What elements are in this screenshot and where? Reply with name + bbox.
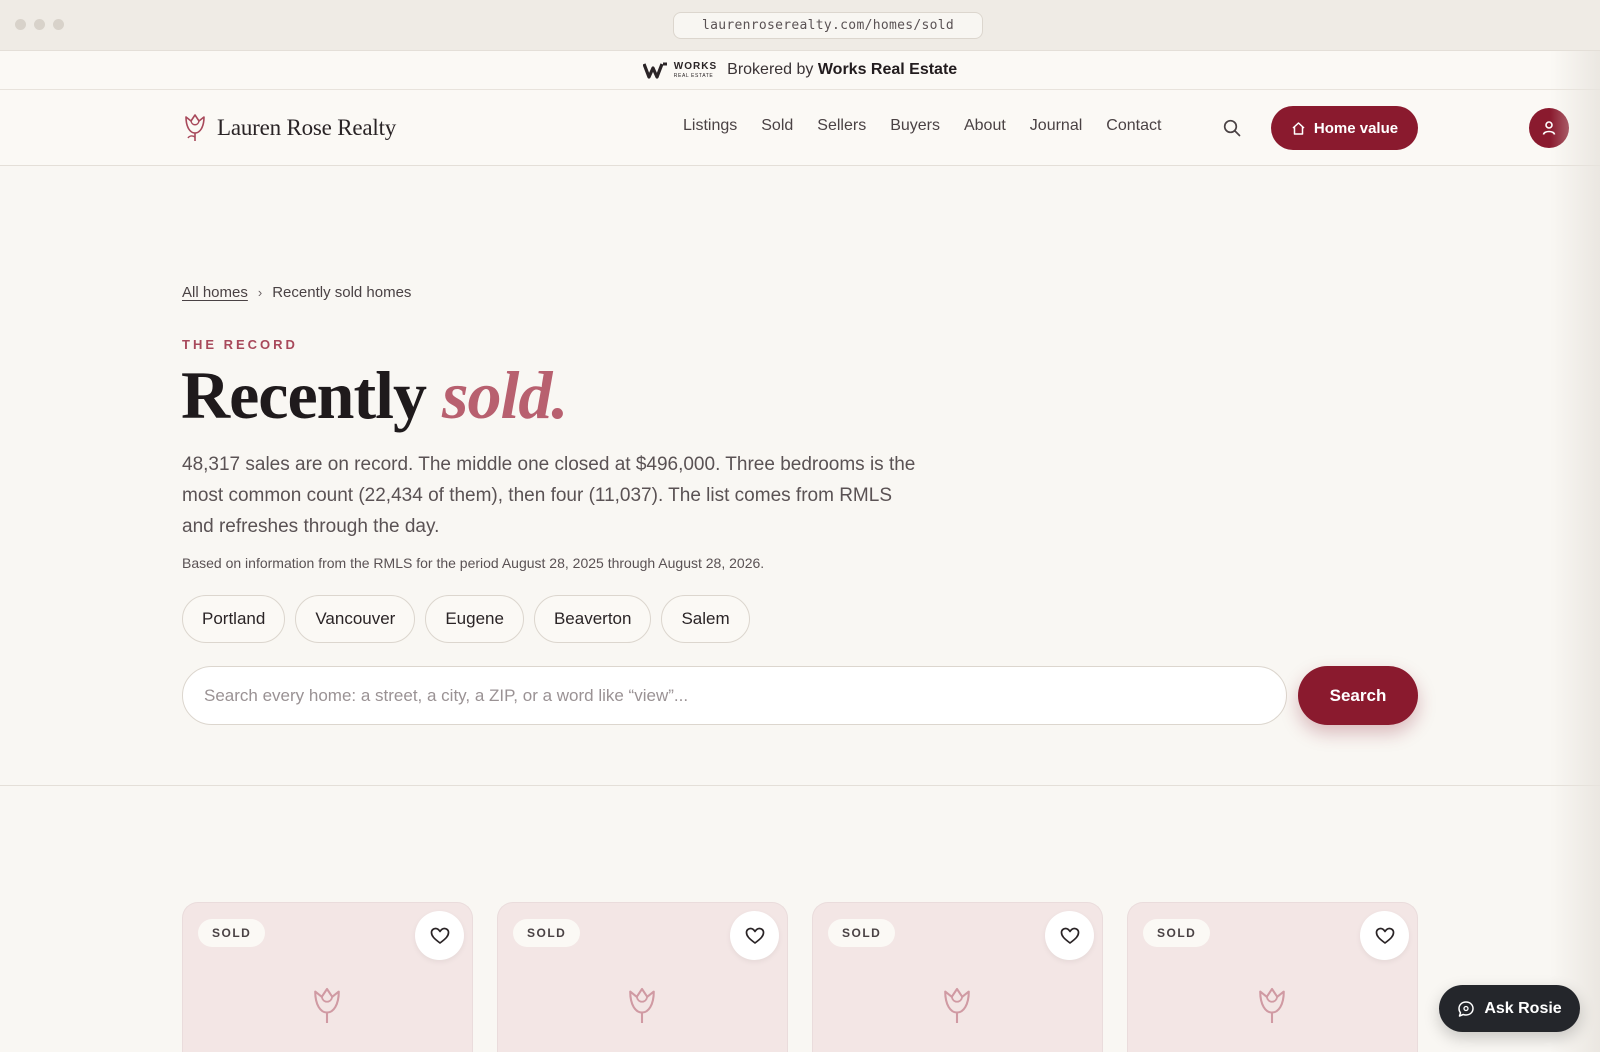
sold-badge: SOLD [513, 919, 581, 947]
nav-sold[interactable]: Sold [761, 117, 793, 135]
nav-sellers[interactable]: Sellers [817, 117, 866, 135]
page-edge-shadow [1550, 51, 1600, 1052]
heart-icon [430, 927, 449, 944]
nav-contact[interactable]: Contact [1106, 117, 1161, 135]
nav-listings[interactable]: Listings [683, 117, 737, 135]
intro-paragraph: 48,317 sales are on record. The middle o… [182, 454, 916, 537]
search-input[interactable] [182, 666, 1287, 725]
heart-icon [745, 927, 764, 944]
rose-icon [944, 987, 970, 1023]
search-button[interactable]: Search [1298, 666, 1418, 725]
nav-about[interactable]: About [964, 117, 1006, 135]
heart-icon [1060, 927, 1079, 944]
ask-rosie-button[interactable]: Ask Rosie [1439, 985, 1580, 1032]
home-value-button[interactable]: Home value [1271, 106, 1418, 150]
ask-rosie-label: Ask Rosie [1484, 999, 1562, 1017]
works-logo-text: WORKS [673, 60, 718, 72]
favorite-button[interactable] [1045, 911, 1094, 960]
nav-buyers[interactable]: Buyers [890, 117, 940, 135]
favorite-button[interactable] [1360, 911, 1409, 960]
city-chip-beaverton[interactable]: Beaverton [533, 595, 652, 643]
broker-bar: WORKS REAL ESTATE Brokered by Works Real… [0, 51, 1600, 90]
city-chip-portland[interactable]: Portland [182, 595, 286, 643]
page-title: Recently sold. [181, 357, 568, 433]
breadcrumb: All homes › Recently sold homes [182, 284, 411, 301]
nav-journal[interactable]: Journal [1030, 117, 1082, 135]
home-icon [1292, 121, 1305, 135]
city-chip-salem[interactable]: Salem [661, 595, 750, 643]
favorite-button[interactable] [415, 911, 464, 960]
brand-logo[interactable]: Lauren Rose Realty [182, 112, 396, 144]
rose-icon [1259, 987, 1285, 1023]
window-controls [15, 19, 64, 30]
user-icon [1542, 121, 1556, 135]
chat-bubble-icon [1458, 1000, 1475, 1017]
data-disclaimer: Based on information from the RMLS for t… [182, 555, 765, 571]
page-title-accent: sold. [442, 357, 568, 433]
city-chip-eugene[interactable]: Eugene [425, 595, 524, 643]
broker-name[interactable]: Works Real Estate [818, 61, 957, 78]
brand-name: Lauren Rose Realty [217, 115, 397, 140]
heart-icon [1375, 927, 1394, 944]
works-logo-subtext: REAL ESTATE [673, 72, 714, 79]
broker-prefix: Brokered by [727, 61, 814, 78]
section-eyebrow: THE RECORD [182, 337, 298, 352]
listing-card[interactable]: SOLD [182, 902, 473, 1052]
listing-card[interactable]: SOLD [812, 902, 1103, 1052]
listing-card[interactable]: SOLD [497, 902, 788, 1052]
rose-icon [185, 114, 205, 141]
breadcrumb-current: Recently sold homes [272, 284, 412, 301]
listing-card[interactable]: SOLD [1127, 902, 1418, 1052]
rose-icon [314, 987, 340, 1023]
window-close-dot[interactable] [15, 19, 26, 30]
browser-chrome: laurenroserealty.com/homes/sold [0, 0, 1600, 51]
sold-badge: SOLD [198, 919, 266, 947]
broker-text: Brokered by Works Real Estate [727, 61, 957, 79]
address-bar[interactable]: laurenroserealty.com/homes/sold [673, 12, 983, 39]
sold-badge: SOLD [1143, 919, 1211, 947]
home-value-label: Home value [1313, 119, 1399, 137]
section-divider [0, 785, 1600, 786]
rose-icon [629, 987, 655, 1023]
window-maximize-dot[interactable] [53, 19, 64, 30]
chevron-right-icon: › [257, 285, 263, 300]
favorite-button[interactable] [730, 911, 779, 960]
sold-badge: SOLD [828, 919, 896, 947]
breadcrumb-all-homes[interactable]: All homes [182, 284, 248, 301]
main-nav: Listings Sold Sellers Buyers About Journ… [683, 117, 1161, 135]
works-w-icon [642, 62, 667, 79]
header-search-button[interactable] [1221, 117, 1243, 139]
works-logo: WORKS REAL ESTATE [642, 60, 718, 79]
city-filters: Portland Vancouver Eugene Beaverton Sale… [182, 595, 750, 643]
sold-listings-grid: SOLD SOLD SOLD SOLD [182, 902, 1418, 1052]
city-chip-vancouver[interactable]: Vancouver [295, 595, 416, 643]
site-header: Lauren Rose Realty Listings Sold Sellers… [0, 90, 1600, 166]
account-button[interactable] [1529, 108, 1569, 148]
window-minimize-dot[interactable] [34, 19, 45, 30]
search-icon [1223, 119, 1241, 137]
page-title-main: Recently [181, 357, 427, 433]
